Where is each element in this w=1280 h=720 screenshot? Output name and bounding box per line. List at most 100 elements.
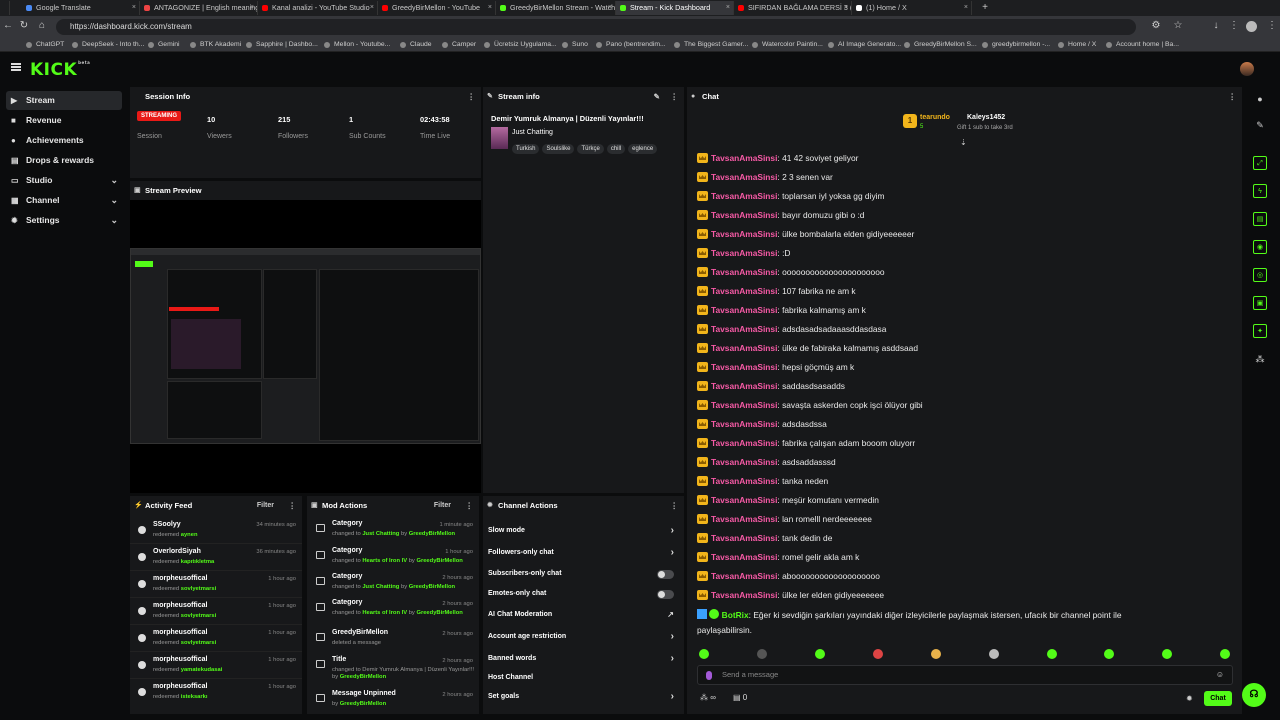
close-icon[interactable]: ×: [250, 1, 254, 15]
emotes-only-toggle[interactable]: [657, 590, 674, 599]
list-item[interactable]: GreedyBirMellon deleted a message 2 hours …: [307, 627, 479, 653]
chat-username[interactable]: TavsanAmaSinsi: [711, 438, 777, 448]
edit-icon[interactable]: ✎: [654, 87, 660, 106]
bookmark[interactable]: The Biggest Gamer...: [674, 39, 748, 51]
chat-username[interactable]: TavsanAmaSinsi: [711, 571, 777, 581]
sidebar-item-achievements[interactable]: ● Achievements: [6, 131, 122, 150]
chat-username[interactable]: TavsanAmaSinsi: [711, 419, 777, 429]
bookmark[interactable]: greedybirmellon -...: [982, 39, 1050, 51]
bot-username[interactable]: BotRix: [722, 610, 749, 620]
chat-username[interactable]: TavsanAmaSinsi: [711, 476, 777, 486]
set-goals-button[interactable]: Set goals ›: [488, 687, 680, 707]
more-options-icon[interactable]: ⋮: [670, 496, 678, 515]
bookmark[interactable]: Watercolor Paintin...: [752, 39, 823, 51]
emote-icon[interactable]: [1220, 649, 1230, 659]
sidebar-item-drops[interactable]: ▤ Drops & rewards: [6, 151, 122, 170]
bookmark[interactable]: AI Image Generato...: [828, 39, 901, 51]
tag[interactable]: Turkish: [512, 144, 540, 154]
kick-logo[interactable]: KICKbeta: [30, 60, 90, 80]
more-options-icon[interactable]: ⋮: [288, 496, 296, 515]
download-icon[interactable]: ↓: [1210, 20, 1222, 31]
browser-tab[interactable]: (1) Home / X ×: [852, 1, 972, 15]
bookmark[interactable]: Camper: [442, 39, 476, 51]
tag[interactable]: chill: [606, 144, 626, 154]
info-icon[interactable]: ●: [1253, 92, 1267, 106]
chat-username[interactable]: TavsanAmaSinsi: [711, 248, 777, 258]
filter-button[interactable]: Filter: [434, 496, 451, 515]
pin-icon[interactable]: ⇣: [960, 138, 967, 147]
emote-icon[interactable]: [815, 649, 825, 659]
chat-username[interactable]: TavsanAmaSinsi: [711, 514, 777, 524]
browser-tab[interactable]: GreedyBirMellon - YouTube ×: [378, 1, 496, 15]
list-item[interactable]: Message Unpinned by GreedyBirMellon 2 hour…: [307, 688, 479, 714]
hamburger-menu-icon[interactable]: [11, 63, 21, 71]
emote-icon[interactable]: [1104, 649, 1114, 659]
host-channel-button[interactable]: Host Channel: [488, 668, 680, 688]
mic-icon[interactable]: [706, 671, 712, 680]
chat-username[interactable]: TavsanAmaSinsi: [711, 495, 777, 505]
chat-username[interactable]: TavsanAmaSinsi: [711, 590, 777, 600]
top-gifter-name[interactable]: tearundo: [920, 114, 950, 121]
chat-username[interactable]: TavsanAmaSinsi: [711, 343, 777, 353]
close-icon[interactable]: ×: [964, 1, 968, 15]
bookmark[interactable]: DeepSeek - Into th...: [72, 39, 144, 51]
list-item[interactable]: morpheusoffical redeemed sovlyetmarsi 1 ho…: [130, 626, 302, 652]
note-icon[interactable]: ▤: [1253, 212, 1267, 226]
new-tab-button[interactable]: +: [978, 1, 992, 15]
subscribers-only-toggle[interactable]: [657, 570, 674, 579]
list-item[interactable]: morpheusoffical redeemed sovlyetmarsi 1 ho…: [130, 572, 302, 598]
expand-icon[interactable]: ⤢: [1253, 156, 1267, 170]
close-icon[interactable]: ×: [370, 1, 374, 15]
list-item[interactable]: Category changed to Hearts of Iron IV by …: [307, 545, 479, 571]
chat-username[interactable]: TavsanAmaSinsi: [711, 381, 777, 391]
chat-username[interactable]: TavsanAmaSinsi: [711, 457, 777, 467]
list-item[interactable]: morpheusoffical redeemed isteksarkı 1 hour…: [130, 680, 302, 706]
menu-dots-icon[interactable]: ⋮: [1228, 20, 1240, 31]
chat-input[interactable]: Send a message ☺: [697, 665, 1233, 685]
bookmark[interactable]: Mellon - Youtube...: [324, 39, 390, 51]
gift-counter[interactable]: ▤ 0: [733, 693, 747, 702]
slow-mode-button[interactable]: Slow mode ›: [488, 521, 680, 541]
browser-tab-active[interactable]: Stream - Kick Dashboard ×: [616, 1, 734, 15]
stream-preview[interactable]: [130, 200, 481, 493]
kebab-menu-icon[interactable]: ⋮: [1266, 20, 1278, 31]
broadcast-icon[interactable]: ◎: [1253, 268, 1267, 282]
bookmark[interactable]: Ücretsiz Uygulama...: [484, 39, 557, 51]
chat-username[interactable]: TavsanAmaSinsi: [711, 552, 777, 562]
ai-moderation-button[interactable]: AI Chat Moderation ↗: [488, 605, 680, 625]
chat-username[interactable]: TavsanAmaSinsi: [711, 362, 777, 372]
close-icon[interactable]: ×: [488, 1, 492, 15]
sidebar-item-stream[interactable]: ▶ Stream: [6, 91, 122, 110]
extension-icon[interactable]: ⚙: [1150, 20, 1162, 31]
emoji-icon[interactable]: ☺: [1216, 670, 1224, 679]
account-age-button[interactable]: Account age restriction ›: [488, 627, 680, 647]
sidebar-item-channel[interactable]: ▦ Channel ⌄: [6, 191, 122, 210]
wrench-icon[interactable]: ✦: [1253, 324, 1267, 338]
sidebar-item-studio[interactable]: ▭ Studio ⌄: [6, 171, 122, 190]
bookmark[interactable]: Gemini: [148, 39, 180, 51]
emote-icon[interactable]: [1162, 649, 1172, 659]
more-options-icon[interactable]: ⋮: [1228, 87, 1236, 106]
url-field[interactable]: https://dashboard.kick.com/stream: [56, 19, 1136, 35]
lightning-icon[interactable]: ϟ: [1253, 184, 1267, 198]
emote-icon[interactable]: [873, 649, 883, 659]
bookmark[interactable]: Suno: [562, 39, 588, 51]
list-item[interactable]: Category changed to Just Chatting by Gree…: [307, 571, 479, 597]
followers-only-button[interactable]: Followers-only chat ›: [488, 543, 680, 563]
tag[interactable]: Soulslike: [542, 144, 575, 154]
support-icon[interactable]: ☊: [1242, 683, 1266, 707]
bookmark[interactable]: Sapphire | Dashbo...: [246, 39, 318, 51]
tag[interactable]: eglence: [628, 144, 658, 154]
bookmark[interactable]: BTK Akademi: [190, 39, 241, 51]
chat-username[interactable]: TavsanAmaSinsi: [711, 172, 777, 182]
chat-username[interactable]: TavsanAmaSinsi: [711, 229, 777, 239]
banned-words-button[interactable]: Banned words ›: [488, 649, 680, 669]
points-indicator[interactable]: ⁂ ∞: [700, 693, 716, 702]
close-icon[interactable]: ×: [844, 1, 848, 15]
tag[interactable]: Türkçe: [577, 144, 604, 154]
chat-username[interactable]: TavsanAmaSinsi: [711, 153, 777, 163]
list-item[interactable]: Category changed to Hearts of Iron IV by …: [307, 597, 479, 623]
browser-tab[interactable]: Google Translate ×: [22, 1, 140, 15]
emote-icon[interactable]: [699, 649, 709, 659]
profile-icon[interactable]: [1246, 21, 1257, 32]
